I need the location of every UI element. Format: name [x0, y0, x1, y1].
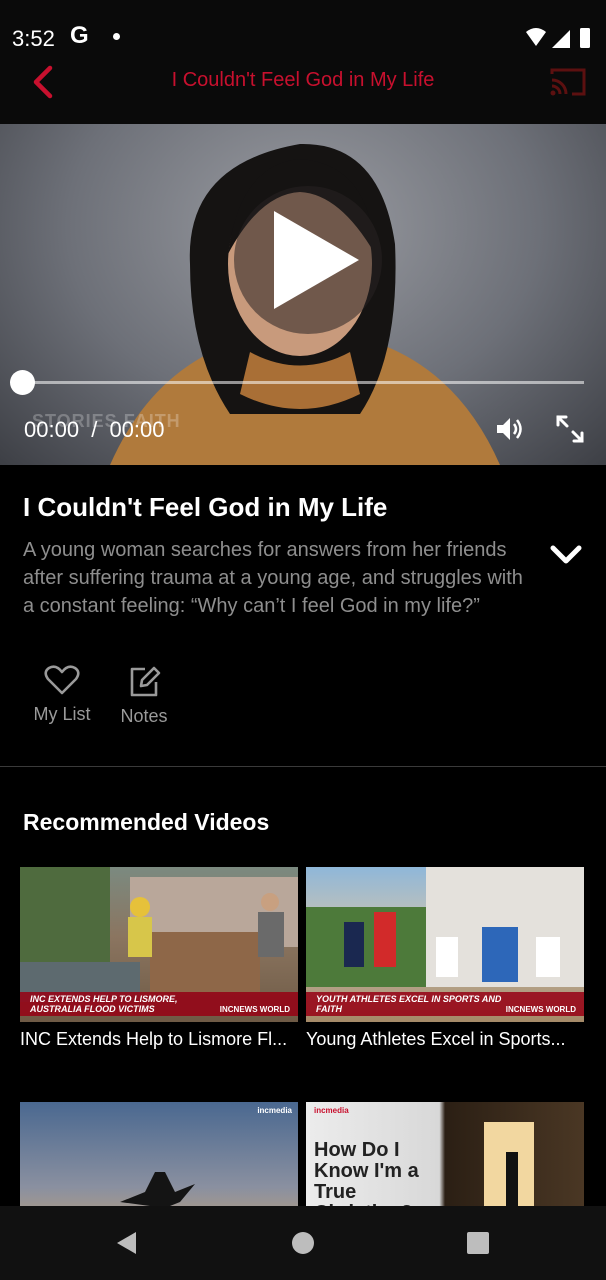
recommended-card-1[interactable]: INC EXTENDS HELP TO LISMORE, AUSTRALIA F… — [20, 867, 298, 1067]
edit-note-icon — [130, 666, 161, 697]
time-separator: / — [91, 417, 98, 442]
video-player[interactable]: STORIES FAITH 00:00 / 00:00 — [0, 124, 606, 465]
incmedia-logo: incmedia — [314, 1106, 349, 1115]
fullscreen-button[interactable] — [555, 414, 585, 444]
chevron-left-icon — [33, 65, 53, 99]
news-logo: INCNEWS WORLD — [505, 1005, 576, 1014]
nav-back-button[interactable] — [114, 1230, 140, 1256]
recommended-card-4[interactable]: incmedia How Do I Know I'm a True Christ… — [306, 1102, 584, 1206]
my-list-label: My List — [33, 704, 91, 724]
app-bar: I Couldn't Feel God in My Life — [0, 50, 606, 124]
time-total: 00:00 — [109, 417, 165, 442]
thumbnail-overlay-text: How Do I Know I'm a True Christian? — [314, 1139, 419, 1207]
recommended-card-2[interactable]: YOUTH ATHLETES EXCEL IN SPORTS AND FAITH… — [306, 867, 584, 1067]
nav-recents-button[interactable] — [466, 1231, 490, 1255]
volume-icon — [497, 418, 522, 440]
play-icon — [274, 211, 359, 309]
thumbnail-image: YOUTH ATHLETES EXCEL IN SPORTS AND FAITH… — [306, 867, 584, 1022]
nav-home-button[interactable] — [291, 1231, 315, 1255]
recommended-card-3[interactable]: incmedia — [20, 1102, 298, 1206]
expand-description-button[interactable] — [548, 540, 584, 570]
battery-icon — [580, 28, 590, 48]
fullscreen-icon — [556, 415, 584, 443]
notes-label: Notes — [120, 706, 168, 726]
notes-button[interactable]: Notes — [104, 664, 184, 734]
circle-home-icon — [292, 1232, 314, 1254]
time-current: 00:00 — [24, 417, 80, 442]
card-title: Young Athletes Excel in Sports... — [306, 1029, 566, 1049]
play-button[interactable] — [234, 186, 382, 334]
cast-button[interactable] — [548, 66, 588, 98]
page-title: I Couldn't Feel God in My Life — [171, 69, 435, 91]
status-icons — [526, 28, 590, 48]
incmedia-logo: incmedia — [257, 1106, 292, 1115]
system-nav-bar — [0, 1206, 606, 1280]
time-display: 00:00 / 00:00 — [24, 417, 165, 443]
thumbnail-image: incmedia — [20, 1102, 298, 1206]
google-icon: G — [70, 22, 89, 49]
cast-icon — [550, 68, 586, 96]
volume-button[interactable] — [494, 414, 524, 444]
heart-icon — [44, 665, 80, 695]
chevron-down-icon — [550, 545, 582, 564]
thumbnail-caption-text: INC EXTENDS HELP TO LISMORE, AUSTRALIA F… — [30, 994, 178, 1014]
notification-dot-icon — [113, 33, 120, 40]
wifi-icon — [526, 28, 546, 46]
video-description: A young woman searches for answers from … — [23, 539, 523, 617]
news-logo: INCNEWS WORLD — [219, 1005, 290, 1014]
silhouette-scene-image — [120, 1172, 195, 1206]
seek-bar[interactable] — [22, 381, 584, 384]
divider — [0, 766, 606, 767]
triangle-back-icon — [117, 1232, 136, 1254]
recommended-heading: Recommended Videos — [23, 809, 270, 835]
seek-handle[interactable] — [10, 370, 35, 395]
thumbnail-image: INC EXTENDS HELP TO LISMORE, AUSTRALIA F… — [20, 867, 298, 1022]
back-button[interactable] — [24, 62, 64, 102]
video-title: I Couldn't Feel God in My Life — [23, 492, 388, 522]
signal-icon — [552, 30, 570, 48]
square-recents-icon — [467, 1232, 489, 1254]
status-time: 3:52 — [12, 26, 55, 51]
card-title: INC Extends Help to Lismore Fl... — [20, 1029, 288, 1049]
thumbnail-image: incmedia How Do I Know I'm a True Christ… — [306, 1102, 584, 1206]
my-list-button[interactable]: My List — [22, 664, 102, 734]
thumbnail-caption-text: YOUTH ATHLETES EXCEL IN SPORTS AND FAITH — [316, 994, 502, 1014]
